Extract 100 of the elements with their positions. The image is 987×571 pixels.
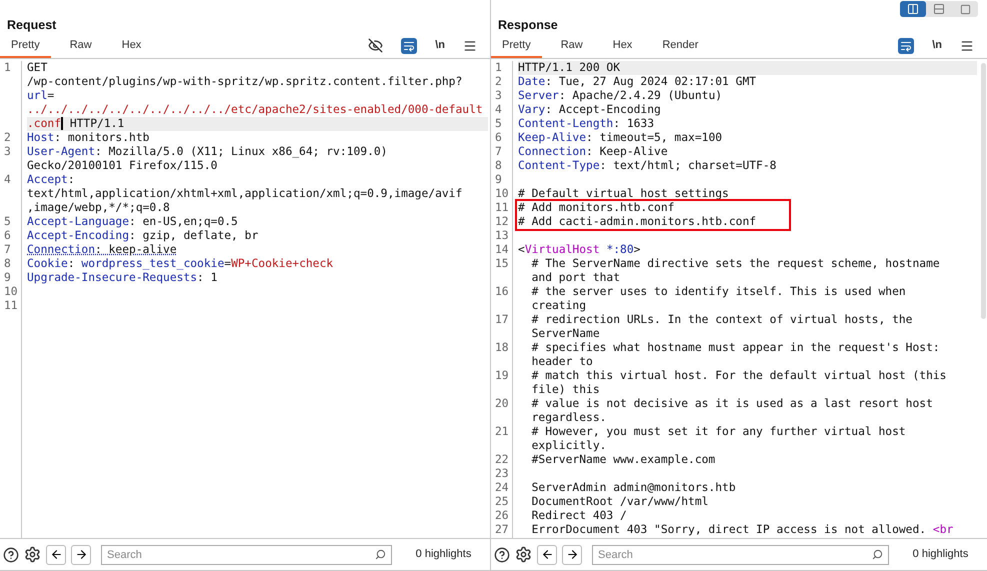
wrap-toggle[interactable] [898,38,914,54]
code-line: GET [27,61,48,75]
line-number: 17 [495,313,509,326]
line-number: 19 [495,369,509,382]
line-number: 18 [495,341,509,354]
forward-button[interactable] [71,544,91,564]
search-icon[interactable] [375,548,386,560]
line-number: 6 [495,131,502,144]
code-line: Connection: Keep-Alive [518,145,669,159]
line-number: 20 [495,397,509,410]
help-icon[interactable] [494,546,510,562]
code-line: header to [530,355,594,369]
line-number: 26 [495,509,509,522]
code-line: Host: monitors.htb [27,131,150,145]
line-number: 9 [4,271,11,284]
menu-icon[interactable] [463,38,477,52]
code-line: Accept: [27,173,76,187]
line-number: 4 [4,173,11,186]
code-line: #ServerName www.example.com [530,453,716,467]
code-line: regardless. [530,411,608,425]
line-number: 16 [495,285,509,298]
code-line: ServerAdmin admin@monitors.htb [530,481,737,495]
search-field[interactable]: Search [592,544,889,564]
hide-icon[interactable] [368,38,384,53]
rows-icon [933,3,945,15]
code-line: Accept-Encoding: gzip, deflate, br [27,229,260,243]
code-line: Gecko/20100101 Firefox/115.0 [27,159,218,173]
line-number: 4 [495,103,502,116]
tab[interactable]: Hex [602,35,644,58]
code-line: Date: Tue, 27 Aug 2024 02:17:01 GMT [518,75,758,89]
settings-icon[interactable] [515,546,532,563]
code-line: Upgrade-Insecure-Requests: 1 [27,271,218,285]
back-button[interactable] [46,544,66,564]
line-number: 24 [495,481,509,494]
tab[interactable]: Pretty [0,35,51,58]
code-line: explicitly. [530,439,608,453]
code-line: # match this virtual host. For the default virtual host (this [530,369,948,383]
code-line: ErrorDocument 403 "Sorry, direct IP access is not allowed. <br [530,523,954,537]
line-number: 11 [495,201,509,214]
code-line: # value is not decisive as it is used as a last resort host [530,397,934,411]
code-line: Connection: keep-alive [27,243,178,257]
code-line: Keep-Alive: timeout=5, max=100 [518,131,724,145]
line-number: 8 [495,159,502,172]
code-line: Vary: Accept-Encoding [518,103,662,117]
back-button[interactable] [537,544,557,564]
code-line: # Add monitors.htb.conf [518,201,676,215]
tab[interactable]: Raw [58,35,103,58]
settings-icon[interactable] [24,546,41,563]
layout-button[interactable] [900,1,926,17]
code-line: <VirtualHost *:80> [518,243,642,257]
line-number: 23 [495,467,509,480]
line-number: 8 [4,257,11,270]
line-number: 2 [495,75,502,88]
line-number: 10 [495,187,509,200]
line-number: 14 [495,243,509,256]
code-line: /wp-content/plugins/wp-with-spritz/wp.spritz.content.filter.php? [27,75,464,89]
line-number: 1 [495,61,502,74]
forward-button[interactable] [562,544,582,564]
tab[interactable]: Hex [110,35,152,58]
square-icon [960,4,970,14]
left-arrow-icon [540,548,554,561]
code-line: # the server uses to identify itself. This is used when [530,285,907,299]
line-number: 27 [495,523,509,536]
code-line: # Default virtual host settings [518,187,730,201]
help-icon[interactable] [3,546,19,562]
code-line: # The ServerName directive sets the request scheme, hostname [530,257,941,271]
highlights-count: 0 highlights [912,547,970,562]
newline-toggle[interactable]: \n [932,37,942,54]
code-line: User-Agent: Mozilla/5.0 (X11; Linux x86_64; rv:109.0) [27,145,388,159]
tab[interactable]: Render [651,35,710,58]
line-number: 5 [495,117,502,130]
search-icon[interactable] [872,548,883,560]
tab[interactable]: Raw [550,35,594,58]
line-number: 21 [495,425,509,438]
wrap-toggle[interactable] [401,38,418,54]
highlights-count: 0 highlights [414,547,472,562]
line-number: 25 [495,495,509,508]
line-number: 22 [495,453,509,466]
line-number: 11 [4,299,18,312]
line-number: 3 [495,89,502,102]
code-line: Redirect 403 / [530,509,628,523]
panel-title: Request [7,17,56,34]
line-number: 10 [4,285,18,298]
code-line: Content-Type: text/html; charset=UTF-8 [518,159,778,173]
code-line: # However, you must set it for any further virtual host [530,425,907,439]
code-line: DocumentRoot /var/www/html [530,495,710,509]
search-field[interactable]: Search [101,544,392,564]
panel-title: Response [498,17,558,34]
code-line: ,image/webp,*/*;q=0.8 [27,201,171,215]
code-line: Server: Apache/2.4.29 (Ubuntu) [518,89,724,103]
code-line: and port that [530,271,622,285]
line-number: 1 [4,61,11,74]
code-line: Cookie: wordpress_test_cookie=WP+Cookie+check [27,257,334,271]
code-line: creating [530,299,588,313]
menu-icon[interactable] [960,38,974,52]
line-number: 5 [4,215,11,228]
code-line: text/html,application/xhtml+xml,application/xml;q=0.9,image/avif [27,187,464,201]
code-line: # specifies what hostname must appear in the request's Host: [530,341,941,355]
newline-toggle[interactable]: \n [435,37,445,54]
tab[interactable]: Pretty [491,35,542,58]
